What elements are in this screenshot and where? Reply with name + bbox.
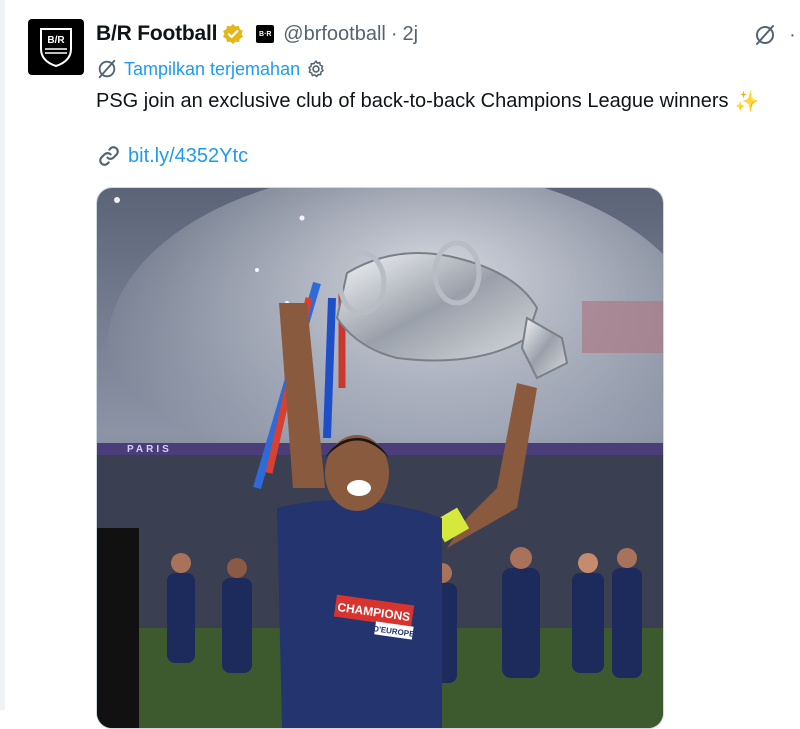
translate-settings-button[interactable] (306, 59, 326, 79)
affiliate-badge-icon[interactable]: B·R (256, 25, 275, 43)
link-icon (99, 146, 119, 166)
verified-badge-icon[interactable] (222, 23, 244, 45)
more-options-button[interactable]: · (785, 20, 800, 50)
svg-text:B/R: B/R (47, 35, 65, 46)
gear-icon (308, 60, 324, 78)
translate-row: Tampilkan terjemahan (96, 56, 326, 82)
tweet-header: B/R Football B·R @brfootball · 2j (96, 19, 418, 49)
tweet-card[interactable]: B/R B/R Football B·R @brfootball · 2j · … (0, 0, 800, 729)
grok-button[interactable] (750, 20, 780, 50)
more-icon: · (789, 23, 796, 46)
tweet-link[interactable]: bit.ly/4352Ytc (96, 141, 248, 171)
handle[interactable]: @brfootball (283, 23, 386, 46)
separator-dot: · (390, 22, 398, 45)
smile (347, 480, 371, 496)
timestamp[interactable]: 2j (403, 23, 419, 46)
tweet-text: PSG join an exclusive club of back-to-ba… (96, 86, 759, 116)
stadium-screen (582, 301, 663, 353)
avatar[interactable]: B/R (28, 19, 84, 75)
br-logo-icon: B/R (40, 28, 72, 67)
sparkles-emoji: ✨ (734, 90, 760, 113)
celebration-photo: PARIS CHAMPIONS D'EUROPE (97, 188, 663, 728)
led-board-text: PARIS (127, 444, 172, 455)
tweet-body: PSG join an exclusive club of back-to-ba… (96, 89, 729, 112)
tweet-photo[interactable]: PARIS CHAMPIONS D'EUROPE (96, 187, 664, 729)
display-name[interactable]: B/R Football (96, 22, 217, 46)
link-url[interactable]: bit.ly/4352Ytc (128, 145, 248, 168)
grok-icon (756, 25, 774, 45)
translate-link[interactable]: Tampilkan terjemahan (124, 59, 300, 80)
photographer (97, 528, 139, 728)
grok-translate-icon (98, 59, 116, 79)
